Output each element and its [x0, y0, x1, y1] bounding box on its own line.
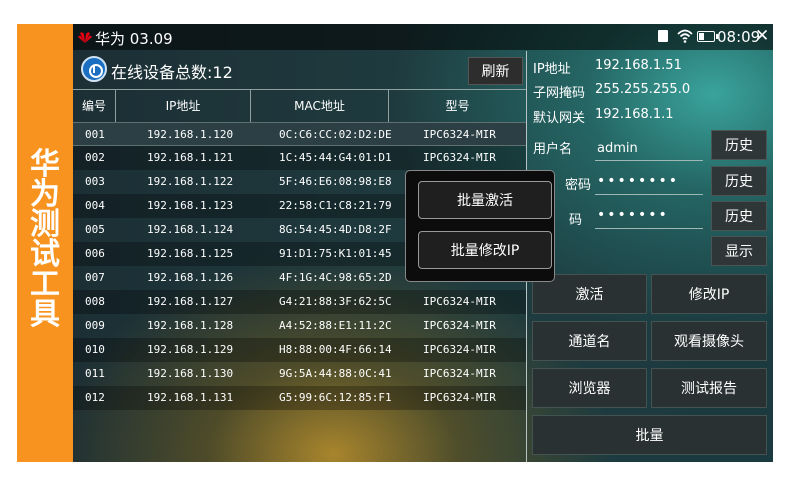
- sd-card-icon: [658, 30, 668, 42]
- cell-mac: H8:88:00:4F:66:14: [279, 343, 392, 356]
- subnet-mask-label: 子网掩码: [533, 86, 586, 101]
- side-banner: 华 为 测 试 工 具: [17, 24, 73, 462]
- huawei-logo-icon: [78, 32, 92, 43]
- status-title: 华为 03.09: [95, 30, 173, 48]
- cell-model: IPC6324-MIR: [423, 295, 496, 308]
- cell-ip: 192.168.1.123: [147, 199, 234, 212]
- cell-number: 009: [85, 319, 105, 332]
- password-confirm-label: 码: [569, 213, 583, 228]
- online-device-count: 在线设备总数:12: [111, 63, 233, 82]
- table-row[interactable]: 001 192.168.1.120 0C:C6:CC:02:D2:DE IPC6…: [73, 122, 526, 146]
- cell-mac: G5:99:6C:12:85:F1: [279, 391, 392, 404]
- ip-label: IP地址: [533, 62, 571, 77]
- username-history-button[interactable]: 历史: [711, 130, 767, 160]
- batch-modify-ip-button[interactable]: 批量修改IP: [418, 231, 552, 269]
- status-bar: 华为 03.09 08:09 ✕: [73, 24, 773, 50]
- cell-number: 010: [85, 343, 105, 356]
- cell-number: 002: [85, 151, 105, 164]
- close-icon[interactable]: ✕: [755, 26, 769, 46]
- username-field[interactable]: admin: [595, 138, 703, 161]
- cell-ip: 192.168.1.121: [147, 151, 234, 164]
- ip-value: 192.168.1.51: [595, 58, 682, 73]
- view-camera-button[interactable]: 观看摄像头: [651, 321, 767, 361]
- cell-mac: G4:21:88:3F:62:5C: [279, 295, 392, 308]
- table-row[interactable]: 012 192.168.1.131 G5:99:6C:12:85:F1 IPC6…: [73, 386, 526, 410]
- battery-icon: [697, 31, 718, 42]
- cell-model: IPC6324-MIR: [423, 319, 496, 332]
- cell-mac: 9G:5A:44:88:0C:41: [279, 367, 392, 380]
- password-field[interactable]: ••••••••: [595, 172, 703, 195]
- column-header-mac[interactable]: MAC地址: [250, 90, 388, 122]
- cell-model: IPC6324-MIR: [423, 128, 496, 141]
- password-confirm-field[interactable]: •••••••: [595, 206, 703, 229]
- cell-mac: A4:52:88:E1:11:2C: [279, 319, 392, 332]
- column-header-number[interactable]: 编号: [73, 90, 115, 122]
- password-history-button[interactable]: 历史: [711, 166, 767, 196]
- cell-number: 012: [85, 391, 105, 404]
- browser-button[interactable]: 浏览器: [532, 368, 647, 408]
- username-value: admin: [597, 141, 638, 156]
- cell-model: IPC6324-MIR: [423, 343, 496, 356]
- cell-ip: 192.168.1.128: [147, 319, 234, 332]
- password-confirm-history-button[interactable]: 历史: [711, 201, 767, 231]
- wifi-icon: [677, 29, 693, 43]
- subnet-mask-value: 255.255.255.0: [595, 82, 691, 97]
- cell-number: 001: [85, 128, 105, 141]
- password-label: 密码: [565, 178, 592, 193]
- column-header-model[interactable]: 型号: [388, 90, 526, 122]
- cell-mac: 91:D1:75:K1:01:45: [279, 247, 392, 260]
- cell-number: 007: [85, 271, 105, 284]
- batch-activate-button[interactable]: 批量激活: [418, 181, 552, 219]
- cell-ip: 192.168.1.127: [147, 295, 234, 308]
- show-password-button[interactable]: 显示: [711, 236, 767, 266]
- cell-number: 008: [85, 295, 105, 308]
- cell-ip: 192.168.1.129: [147, 343, 234, 356]
- username-label: 用户名: [533, 142, 573, 157]
- test-report-button[interactable]: 测试报告: [651, 368, 767, 408]
- cell-mac: 4F:1G:4C:98:65:2D: [279, 271, 392, 284]
- table-header: 编号 IP地址 MAC地址 型号: [73, 89, 526, 123]
- refresh-button[interactable]: 刷新: [468, 57, 523, 85]
- cell-number: 003: [85, 175, 105, 188]
- table-row[interactable]: 011 192.168.1.130 9G:5A:44:88:0C:41 IPC6…: [73, 362, 526, 386]
- column-header-ip[interactable]: IP地址: [115, 90, 250, 122]
- table-row[interactable]: 008 192.168.1.127 G4:21:88:3F:62:5C IPC6…: [73, 290, 526, 314]
- cell-ip: 192.168.1.126: [147, 271, 234, 284]
- password-value: ••••••••: [597, 173, 680, 189]
- password-confirm-value: •••••••: [597, 207, 669, 223]
- cell-ip: 192.168.1.120: [147, 128, 234, 141]
- cell-ip: 192.168.1.125: [147, 247, 234, 260]
- cell-mac: 5F:46:E6:08:98:E8: [279, 175, 392, 188]
- cell-mac: 0C:C6:CC:02:D2:DE: [279, 128, 392, 141]
- cell-number: 005: [85, 223, 105, 236]
- device-screen: 华为 03.09 08:09 ✕ 在线设备总数:12 刷新 编号 IP地址 MA…: [73, 24, 773, 462]
- table-row[interactable]: 002 192.168.1.121 1C:45:44:G4:01:D1 IPC6…: [73, 146, 526, 170]
- table-row[interactable]: 010 192.168.1.129 H8:88:00:4F:66:14 IPC6…: [73, 338, 526, 362]
- cell-ip: 192.168.1.124: [147, 223, 234, 236]
- table-row[interactable]: 009 192.168.1.128 A4:52:88:E1:11:2C IPC6…: [73, 314, 526, 338]
- side-banner-title: 华 为 测 试 工 具: [30, 147, 60, 332]
- cell-model: IPC6324-MIR: [423, 367, 496, 380]
- gateway-label: 默认网关: [533, 111, 586, 126]
- cell-model: IPC6324-MIR: [423, 391, 496, 404]
- cell-ip: 192.168.1.130: [147, 367, 234, 380]
- batch-popup-menu: 批量激活 批量修改IP: [405, 170, 555, 282]
- batch-button[interactable]: 批量: [532, 415, 767, 455]
- clock: 08:09: [717, 28, 761, 46]
- cell-ip: 192.168.1.131: [147, 391, 234, 404]
- channel-name-button[interactable]: 通道名: [532, 321, 647, 361]
- cell-model: IPC6324-MIR: [423, 151, 496, 164]
- cell-number: 006: [85, 247, 105, 260]
- cell-mac: 8G:54:45:4D:D8:2F: [279, 223, 392, 236]
- cell-mac: 22:58:C1:C8:21:79: [279, 199, 392, 212]
- modify-ip-button[interactable]: 修改IP: [651, 274, 767, 314]
- cell-number: 004: [85, 199, 105, 212]
- cell-number: 011: [85, 367, 105, 380]
- power-info-icon: [81, 56, 107, 82]
- cell-mac: 1C:45:44:G4:01:D1: [279, 151, 392, 164]
- cell-ip: 192.168.1.122: [147, 175, 234, 188]
- gateway-value: 192.168.1.1: [595, 107, 674, 122]
